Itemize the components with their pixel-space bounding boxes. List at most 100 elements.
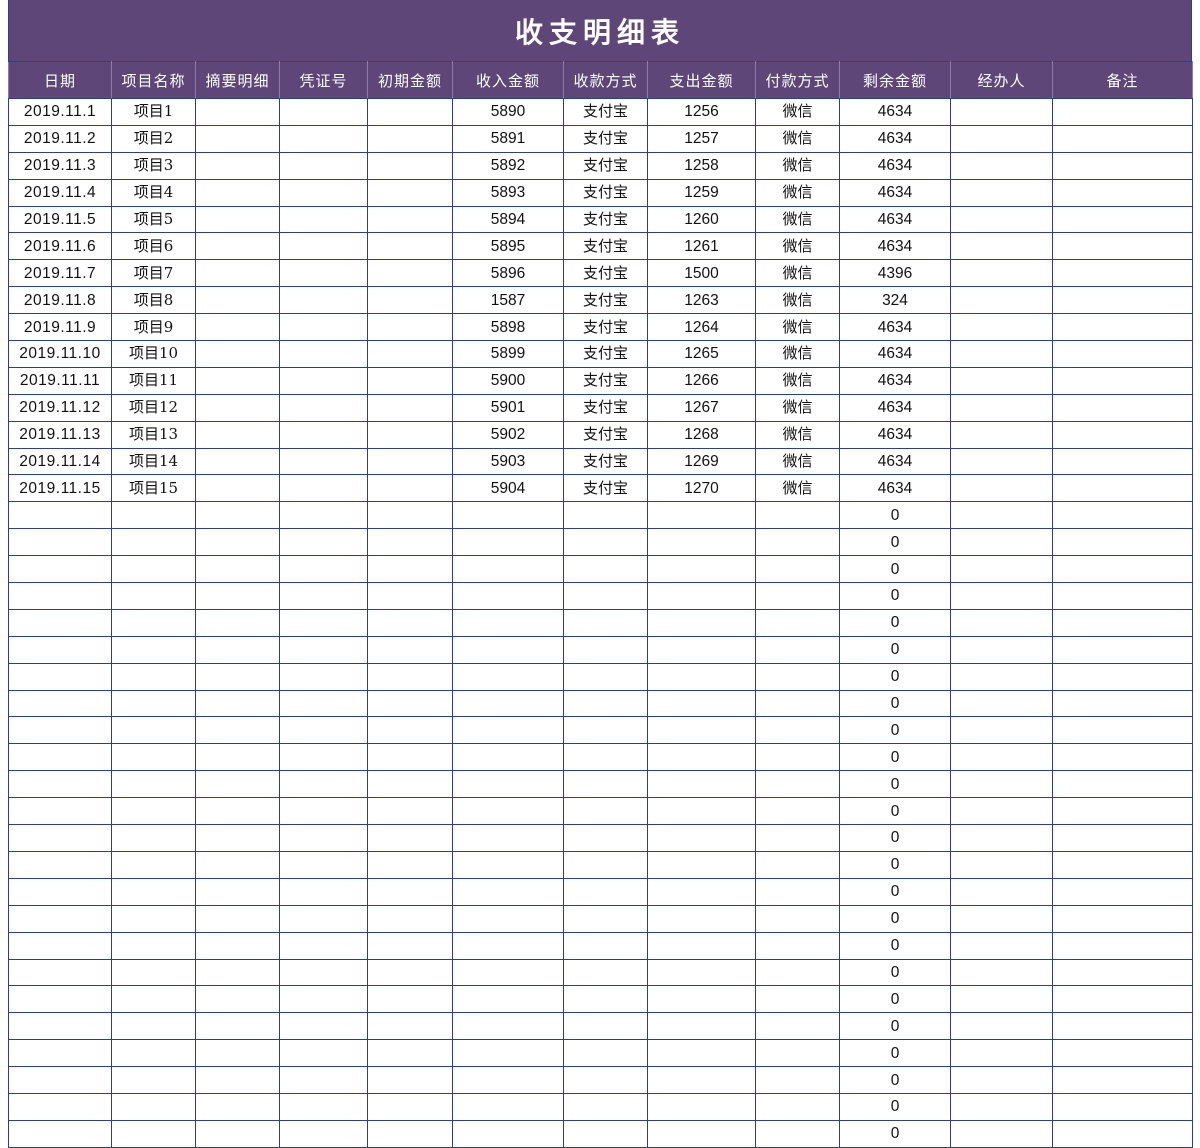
receipt-method-cell[interactable]: 支付宝: [563, 474, 648, 503]
summary-cell[interactable]: [195, 286, 280, 315]
remarks-cell[interactable]: [1052, 98, 1193, 126]
balance-cell[interactable]: 4634: [839, 151, 951, 180]
balance-cell[interactable]: 0: [839, 877, 951, 906]
balance-cell[interactable]: 0: [839, 931, 951, 960]
initial-amount-cell[interactable]: [367, 635, 453, 664]
receipt-method-cell[interactable]: 支付宝: [563, 259, 648, 288]
balance-cell[interactable]: 0: [839, 850, 951, 879]
payment-method-cell[interactable]: [755, 1012, 840, 1041]
remarks-cell[interactable]: [1052, 1119, 1193, 1148]
remarks-cell[interactable]: [1052, 340, 1193, 368]
item-name-cell[interactable]: [111, 501, 196, 530]
receipt-method-cell[interactable]: [563, 1066, 648, 1094]
handler-cell[interactable]: [950, 1039, 1053, 1068]
expense-amount-cell[interactable]: 1500: [647, 259, 756, 288]
remarks-cell[interactable]: [1052, 420, 1193, 449]
item-name-cell[interactable]: 项目5: [111, 205, 196, 234]
remarks-cell[interactable]: [1052, 824, 1193, 852]
voucher-cell[interactable]: [279, 474, 368, 503]
balance-cell[interactable]: 0: [839, 904, 951, 933]
remarks-cell[interactable]: [1052, 232, 1193, 261]
summary-cell[interactable]: [195, 1012, 280, 1041]
handler-cell[interactable]: [950, 232, 1053, 261]
voucher-cell[interactable]: [279, 124, 368, 153]
handler-cell[interactable]: [950, 1012, 1053, 1041]
income-amount-cell[interactable]: [452, 1066, 564, 1094]
income-amount-cell[interactable]: 5891: [452, 124, 564, 153]
initial-amount-cell[interactable]: [367, 232, 453, 261]
income-amount-cell[interactable]: [452, 501, 564, 530]
remarks-cell[interactable]: [1052, 1039, 1193, 1068]
date-cell[interactable]: 2019.11.9: [8, 313, 112, 342]
balance-cell[interactable]: 0: [839, 528, 951, 557]
initial-amount-cell[interactable]: [367, 797, 453, 826]
voucher-cell[interactable]: [279, 366, 368, 395]
expense-amount-cell[interactable]: [647, 850, 756, 879]
summary-cell[interactable]: [195, 366, 280, 395]
remarks-cell[interactable]: [1052, 931, 1193, 960]
initial-amount-cell[interactable]: [367, 850, 453, 879]
initial-amount-cell[interactable]: [367, 1066, 453, 1094]
expense-amount-cell[interactable]: [647, 1066, 756, 1094]
balance-cell[interactable]: 0: [839, 1066, 951, 1094]
handler-header[interactable]: 经办人: [950, 61, 1053, 99]
income-amount-cell[interactable]: [452, 824, 564, 852]
remarks-cell[interactable]: [1052, 1066, 1193, 1094]
summary-cell[interactable]: [195, 824, 280, 852]
summary-cell[interactable]: [195, 743, 280, 772]
expense-amount-cell[interactable]: 1269: [647, 447, 756, 476]
voucher-cell[interactable]: [279, 447, 368, 476]
receipt-method-cell[interactable]: [563, 1092, 648, 1121]
date-cell[interactable]: 2019.11.6: [8, 232, 112, 261]
voucher-cell[interactable]: [279, 178, 368, 207]
payment-method-cell[interactable]: [755, 931, 840, 960]
initial-amount-cell[interactable]: [367, 824, 453, 852]
receipt-method-cell[interactable]: [563, 528, 648, 557]
initial-amount-cell[interactable]: [367, 1039, 453, 1068]
initial-amount-cell[interactable]: [367, 420, 453, 449]
expense-amount-cell[interactable]: 1263: [647, 286, 756, 315]
handler-cell[interactable]: [950, 447, 1053, 476]
initial-amount-cell[interactable]: [367, 124, 453, 153]
expense-amount-cell[interactable]: [647, 743, 756, 772]
handler-cell[interactable]: [950, 420, 1053, 449]
payment-method-cell[interactable]: [755, 1039, 840, 1068]
item-name-cell[interactable]: [111, 1119, 196, 1148]
balance-cell[interactable]: 0: [839, 743, 951, 772]
item-name-cell[interactable]: 项目6: [111, 232, 196, 261]
handler-cell[interactable]: [950, 904, 1053, 933]
expense-amount-cell[interactable]: 1265: [647, 340, 756, 368]
balance-cell[interactable]: 0: [839, 555, 951, 584]
handler-cell[interactable]: [950, 689, 1053, 718]
summary-cell[interactable]: [195, 985, 280, 1014]
balance-cell[interactable]: 4634: [839, 178, 951, 207]
initial-amount-cell[interactable]: [367, 662, 453, 691]
date-cell[interactable]: [8, 1039, 112, 1068]
item-name-cell[interactable]: 项目8: [111, 286, 196, 315]
handler-cell[interactable]: [950, 151, 1053, 180]
receipt-method-cell[interactable]: 支付宝: [563, 205, 648, 234]
handler-cell[interactable]: [950, 340, 1053, 368]
expense-amount-cell[interactable]: 1270: [647, 474, 756, 503]
balance-cell[interactable]: 4634: [839, 366, 951, 395]
date-cell[interactable]: [8, 797, 112, 826]
receipt-method-cell[interactable]: 支付宝: [563, 286, 648, 315]
voucher-cell[interactable]: [279, 1119, 368, 1148]
initial-amount-cell[interactable]: [367, 743, 453, 772]
balance-cell[interactable]: 4634: [839, 393, 951, 422]
summary-cell[interactable]: [195, 635, 280, 664]
item-name-cell[interactable]: [111, 716, 196, 745]
summary-cell[interactable]: [195, 1066, 280, 1094]
date-cell[interactable]: [8, 582, 112, 610]
item-name-cell[interactable]: [111, 555, 196, 584]
summary-cell[interactable]: [195, 393, 280, 422]
handler-cell[interactable]: [950, 716, 1053, 745]
voucher-cell[interactable]: [279, 608, 368, 637]
balance-cell[interactable]: 4634: [839, 447, 951, 476]
date-cell[interactable]: [8, 877, 112, 906]
expense-amount-cell[interactable]: 1261: [647, 232, 756, 261]
income-amount-cell[interactable]: [452, 1039, 564, 1068]
income-amount-cell[interactable]: [452, 770, 564, 799]
voucher-cell[interactable]: [279, 1066, 368, 1094]
expense-amount-cell[interactable]: [647, 689, 756, 718]
